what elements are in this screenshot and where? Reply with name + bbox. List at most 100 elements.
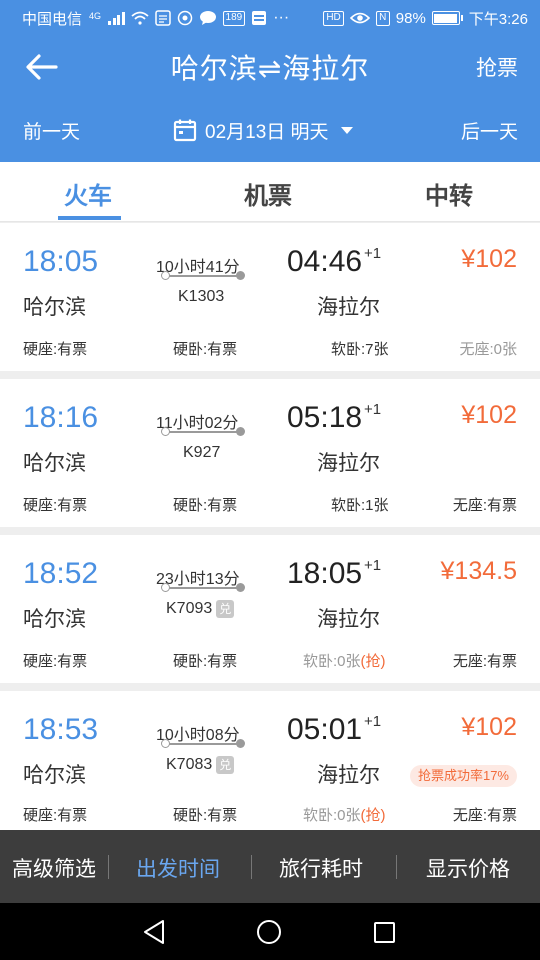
seat-no-seat: 无座:有票 [452,497,517,514]
network-type-label: 4G [89,10,102,21]
price: ¥102 [461,713,517,741]
wifi-icon [130,10,149,26]
arrival-station: 海拉尔 [317,764,380,787]
departure-time: 18:16 [23,401,99,434]
seat-hard-seat: 硬座:有票 [23,653,88,670]
seat-soft-sleeper: 软卧:0张(抢) [303,650,386,671]
sort-departure-time-button[interactable]: 出发时间 [136,853,220,883]
shield-icon [177,10,193,26]
more-notifications-icon: ··· [273,9,290,26]
next-day-button[interactable]: 后一天 [461,117,518,144]
arrival-time: 05:01 [287,713,363,746]
date-label: 02月13日 明天 [205,121,329,143]
departure-time: 18:05 [23,245,99,278]
grab-seat-link[interactable]: (抢) [361,807,386,824]
train-number-group: K1303 [178,288,224,306]
route-line [161,427,245,436]
seat-hard-seat: 硬座:有票 [23,497,88,514]
exchange-badge: 兑 [216,600,235,618]
nav-recents-icon[interactable] [374,922,395,943]
train-card[interactable]: 18:52 哈尔滨 23小时13分 K7093 兑 18:05 +1 海拉尔 ¥1… [0,535,540,683]
grab-ticket-button[interactable]: 抢票 [476,52,518,82]
arrival-time: 05:18 [287,401,363,434]
battery-icon [431,11,463,25]
nav-back-icon[interactable] [142,919,166,945]
train-number: K7093 [166,600,213,617]
grab-seat-link[interactable]: (抢) [361,653,386,670]
departure-station: 哈尔滨 [23,608,86,631]
seat-soft-sleeper: 软卧:0张(抢) [303,804,386,825]
arrival-station: 海拉尔 [317,452,380,475]
tab-train[interactable]: 火车 [64,176,112,211]
system-nav-bar [0,903,540,960]
price: ¥134.5 [440,557,517,585]
app-notification-icon [154,10,171,26]
clock: 下午3:26 [468,10,528,28]
back-button[interactable] [24,50,64,84]
seat-soft-sleeper-count: 软卧:0张 [303,653,361,670]
train-number-group: K927 [183,444,220,462]
divider [108,855,109,879]
route-line [161,739,245,748]
next-day-marker: +1 [364,713,382,730]
train-card[interactable]: 18:16 哈尔滨 11小时02分 K927 05:18 +1 海拉尔 ¥102… [0,379,540,527]
seat-hard-sleeper: 硬卧:有票 [173,653,238,670]
message-icon [199,10,217,26]
success-rate-badge: 抢票成功率17% [409,765,517,787]
train-number: K927 [183,444,221,461]
route-title: 哈尔滨⇌海拉尔 [170,53,370,84]
departure-station: 哈尔滨 [23,764,86,787]
nfc-icon: N [375,10,390,26]
header: 哈尔滨⇌海拉尔 抢票 前一天 02月13日 明天 后一天 [0,36,540,162]
tab-transfer[interactable]: 中转 [425,176,473,211]
nav-home-icon[interactable] [257,920,281,944]
advanced-filter-button[interactable]: 高级筛选 [12,853,96,883]
train-card[interactable]: 18:53 哈尔滨 10小时08分 K7083 兑 05:01 +1 海拉尔 ¥1… [0,691,540,831]
next-day-marker: +1 [364,401,382,418]
route-line [161,271,245,280]
show-price-button[interactable]: 显示价格 [426,853,510,883]
seat-hard-seat: 硬座:有票 [23,341,88,358]
chevron-down-icon [340,126,353,134]
price: ¥102 [461,245,517,273]
route-line [161,583,245,592]
train-number-group: K7083 兑 [166,756,235,774]
next-day-marker: +1 [364,245,382,262]
seat-no-seat: 无座:有票 [452,807,517,824]
seat-soft-sleeper: 软卧:7张 [331,341,389,358]
badge-189-icon: 189 [222,10,246,26]
divider [396,855,397,879]
status-bar: 中国电信 4G 189 ··· HD N 98% 下午3:26 [0,0,540,36]
seat-hard-seat: 硬座:有票 [23,807,88,824]
eye-icon [349,10,370,26]
seat-no-seat: 无座:0张 [459,341,517,358]
date-picker[interactable]: 02月13日 明天 [173,117,353,144]
seat-soft-sleeper: 软卧:1张 [331,497,389,514]
train-number-group: K7093 兑 [166,600,235,618]
arrival-station: 海拉尔 [317,608,380,631]
exchange-badge: 兑 [216,756,235,774]
next-day-marker: +1 [364,557,382,574]
sort-travel-duration-button[interactable]: 旅行耗时 [279,853,363,883]
departure-station: 哈尔滨 [23,452,86,475]
tab-flight[interactable]: 机票 [244,176,292,211]
departure-time: 18:52 [23,557,99,590]
train-number: K7083 [166,756,213,773]
hd-icon: HD [323,10,344,26]
carrier-label: 中国电信 [22,10,83,28]
calendar-app-icon [251,10,267,26]
train-card[interactable]: 18:05 哈尔滨 10小时41分 K1303 04:46 +1 海拉尔 ¥10… [0,223,540,371]
seat-hard-sleeper: 硬卧:有票 [173,341,238,358]
battery-fill [434,13,457,23]
seat-hard-sleeper: 硬卧:有票 [173,807,238,824]
seat-soft-sleeper-count: 软卧:0张 [303,807,361,824]
sort-filter-bar: 高级筛选 出发时间 旅行耗时 显示价格 [0,830,540,903]
prev-day-button[interactable]: 前一天 [23,117,80,144]
arrow-left-icon [26,54,58,80]
seat-no-seat: 无座:有票 [452,653,517,670]
arrival-time: 04:46 [287,245,363,278]
arrival-station: 海拉尔 [317,296,380,319]
divider [251,855,252,879]
seat-hard-sleeper: 硬卧:有票 [173,497,238,514]
departure-station: 哈尔滨 [23,296,86,319]
